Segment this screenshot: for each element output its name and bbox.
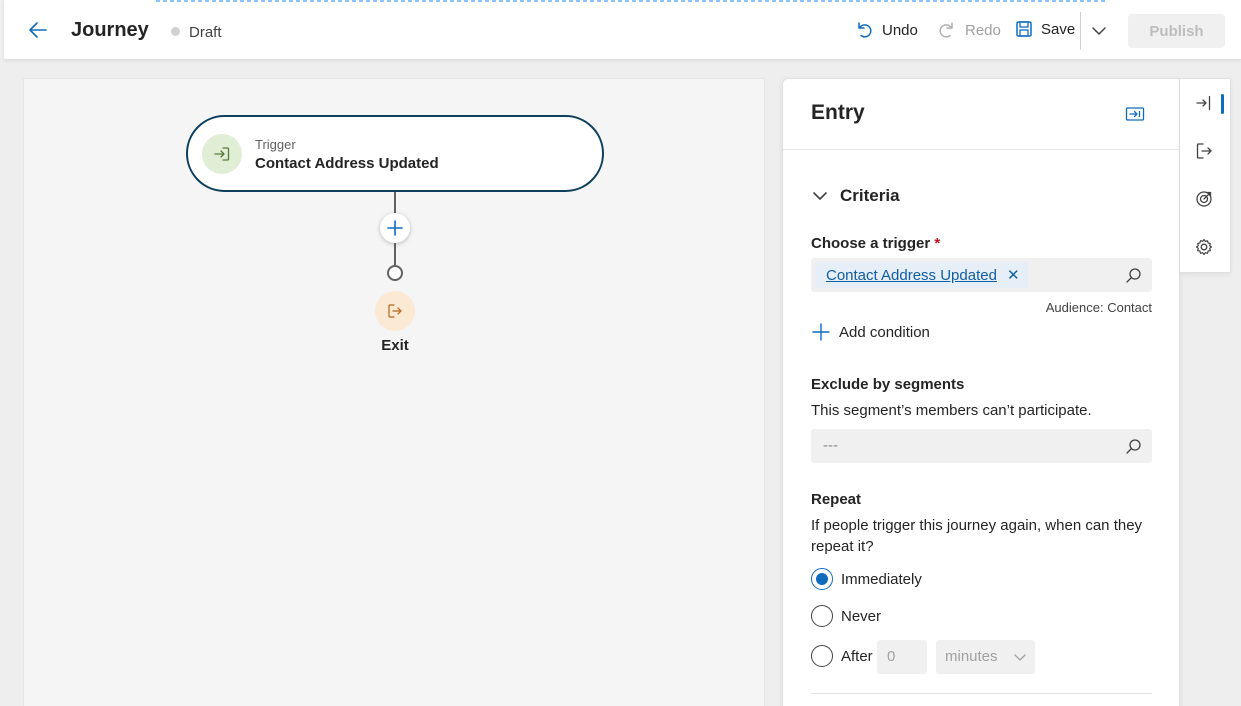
exit-node-label: Exit xyxy=(381,337,409,354)
chevron-down-icon xyxy=(1014,654,1026,661)
collapse-panel-button[interactable] xyxy=(1125,105,1145,123)
undo-button[interactable]: Undo xyxy=(854,20,918,40)
rail-settings-button[interactable] xyxy=(1194,237,1214,257)
save-label: Save xyxy=(1041,20,1076,38)
undo-label: Undo xyxy=(882,21,918,39)
trigger-node-label: Trigger xyxy=(255,137,296,152)
exclude-placeholder: --- xyxy=(823,437,838,454)
repeat-after-radio[interactable]: After xyxy=(811,645,873,667)
rail-exit-button[interactable] xyxy=(1194,141,1214,161)
arrow-left-icon xyxy=(29,22,47,38)
settings-icon xyxy=(1195,238,1213,256)
save-button[interactable]: Save xyxy=(1015,20,1075,38)
trigger-lookup[interactable]: Contact Address Updated ✕ xyxy=(811,258,1152,292)
add-condition-label: Add condition xyxy=(839,323,930,341)
choose-trigger-label: Choose a trigger * xyxy=(811,235,940,252)
save-icon xyxy=(1016,21,1032,37)
redo-button[interactable]: Redo xyxy=(937,20,1001,40)
radio-button[interactable] xyxy=(811,645,833,667)
chevron-down-icon xyxy=(813,192,827,200)
trigger-node[interactable]: Trigger Contact Address Updated xyxy=(186,115,604,192)
radio-label: After xyxy=(841,647,873,665)
divider xyxy=(811,693,1152,694)
redo-icon xyxy=(939,22,953,38)
status-dot xyxy=(171,27,180,36)
trigger-icon-wrap xyxy=(202,134,242,174)
goal-icon xyxy=(1196,191,1212,207)
divider xyxy=(1080,12,1081,50)
connector-line xyxy=(394,243,396,265)
path-end-node[interactable] xyxy=(387,265,403,281)
plus-icon xyxy=(387,220,403,236)
selected-trigger-tag: Contact Address Updated ✕ xyxy=(815,262,1028,288)
repeat-description: If people trigger this journey again, wh… xyxy=(811,517,1143,555)
loading-indicator xyxy=(156,0,1106,2)
divider xyxy=(783,149,1179,150)
repeat-label: Repeat xyxy=(811,491,862,508)
criteria-heading: Criteria xyxy=(840,186,900,205)
rail-entry-button[interactable] xyxy=(1194,93,1214,113)
choose-trigger-text: Choose a trigger xyxy=(811,235,931,252)
repeat-never-radio[interactable]: Never xyxy=(811,605,881,627)
entry-panel: Entry Criteria Choose a trigger * Contac… xyxy=(782,78,1180,706)
top-bar: Journey Draft Undo Redo Save Publish xyxy=(4,0,1241,60)
exclude-label: Exclude by segments xyxy=(811,376,965,393)
audience-text: Audience: Contact xyxy=(1045,300,1152,315)
required-marker: * xyxy=(934,235,941,252)
plus-icon xyxy=(812,323,830,341)
radio-label: Never xyxy=(841,607,882,625)
enter-icon xyxy=(214,147,230,161)
add-condition-button[interactable]: Add condition xyxy=(811,322,930,342)
exit-icon xyxy=(388,304,402,318)
radio-label: Immediately xyxy=(841,570,922,588)
radio-button[interactable] xyxy=(811,605,833,627)
remove-trigger-button[interactable]: ✕ xyxy=(1007,266,1020,284)
add-step-button[interactable] xyxy=(380,213,410,243)
selected-trigger-link[interactable]: Contact Address Updated xyxy=(826,267,997,284)
journey-canvas[interactable]: Trigger Contact Address Updated Exit xyxy=(23,78,765,706)
search-icon[interactable] xyxy=(1125,438,1142,455)
redo-label: Redo xyxy=(965,21,1001,39)
exit-node[interactable] xyxy=(375,291,415,331)
panel-title: Entry xyxy=(811,101,865,124)
save-options-button[interactable] xyxy=(1087,20,1111,42)
active-indicator xyxy=(1221,94,1224,114)
exclude-description: This segment’s members can’t participate… xyxy=(811,402,1092,419)
connector-line xyxy=(394,192,396,213)
criteria-toggle[interactable] xyxy=(811,187,829,205)
undo-icon xyxy=(858,22,872,38)
status-badge: Draft xyxy=(189,24,222,41)
repeat-unit-value: minutes xyxy=(945,648,998,665)
repeat-unit-select[interactable]: minutes xyxy=(936,640,1035,674)
page-title: Journey xyxy=(71,19,149,41)
repeat-after-value-input[interactable]: 0 xyxy=(877,640,927,674)
entry-icon xyxy=(1196,95,1211,111)
rail-goal-button[interactable] xyxy=(1194,189,1214,209)
back-button[interactable] xyxy=(26,18,50,42)
search-icon[interactable] xyxy=(1125,267,1142,284)
exit-icon xyxy=(1196,143,1212,159)
trigger-node-name: Contact Address Updated xyxy=(255,155,439,172)
repeat-immediately-radio[interactable]: Immediately xyxy=(811,568,922,590)
radio-button-checked[interactable] xyxy=(811,568,833,590)
side-rail xyxy=(1180,78,1231,273)
publish-button[interactable]: Publish xyxy=(1128,14,1225,48)
exclude-segments-lookup[interactable]: --- xyxy=(811,429,1152,463)
panel-collapse-icon xyxy=(1125,107,1145,121)
chevron-down-icon xyxy=(1092,27,1106,35)
